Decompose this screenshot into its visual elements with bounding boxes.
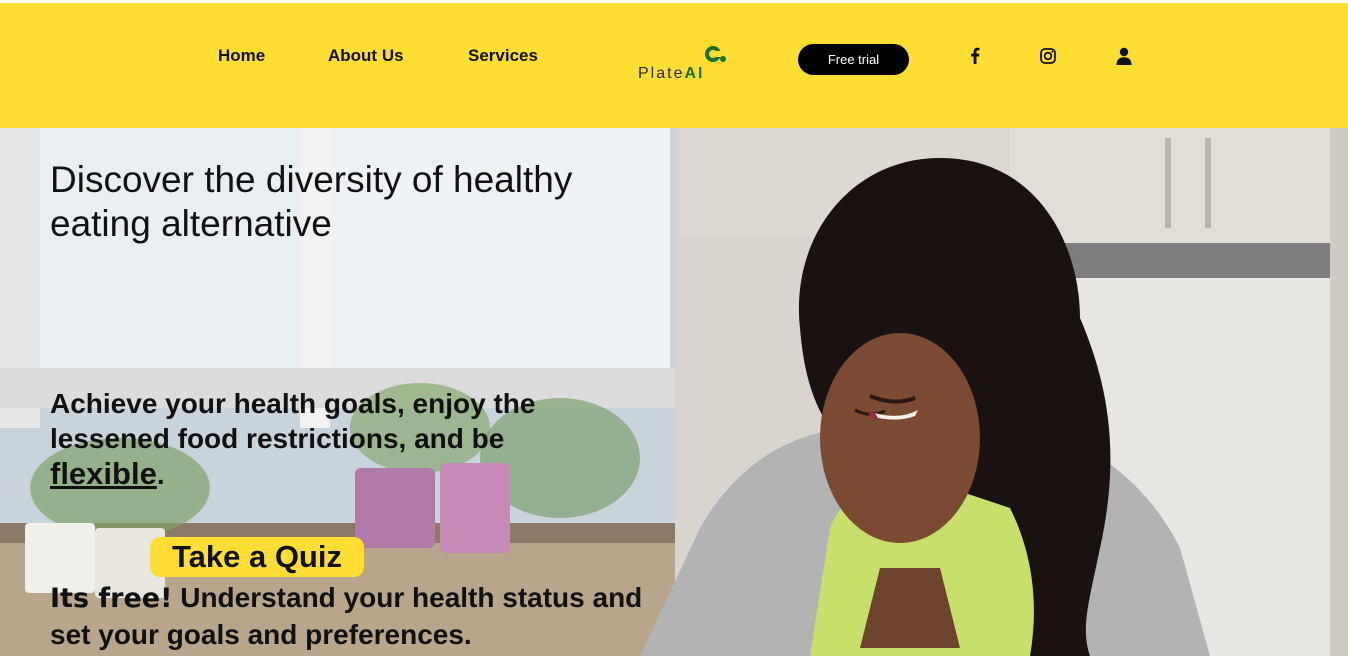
hero-title: Discover the diversity of healthy eating…	[50, 159, 573, 244]
hero-section: Discover the diversity of healthy eating…	[0, 128, 1348, 656]
instagram-icon[interactable]	[1038, 46, 1058, 66]
facebook-icon[interactable]	[965, 46, 985, 66]
free-trial-button[interactable]: Free trial	[798, 44, 909, 75]
plateai-logo[interactable]: PlateAI	[636, 41, 746, 89]
logo-text-plain: Plate	[638, 65, 685, 82]
user-icon[interactable]	[1114, 46, 1134, 66]
nav-services[interactable]: Services	[468, 46, 538, 66]
free-description: Its free! Understand your health status …	[50, 580, 650, 653]
logo-text-bold: AI	[684, 65, 705, 82]
take-a-quiz-button[interactable]: Take a Quiz	[150, 537, 364, 577]
logo-wordmark: PlateAI	[638, 65, 704, 83]
hero-subtitle: Achieve your health goals, enjoy the les…	[50, 386, 610, 492]
hero-subtitle-main: Achieve your health goals, enjoy the les…	[50, 388, 536, 454]
nav-about-us[interactable]: About Us	[328, 46, 404, 66]
free-label: Its free!	[50, 583, 173, 614]
hero-subtitle-emphasis: flexible	[50, 456, 157, 491]
site-header: Home About Us Services PlateAI Free tria…	[0, 3, 1348, 128]
nav-home[interactable]: Home	[218, 46, 265, 66]
logo-mark-icon	[705, 46, 726, 62]
hero-subtitle-end: .	[156, 459, 165, 490]
